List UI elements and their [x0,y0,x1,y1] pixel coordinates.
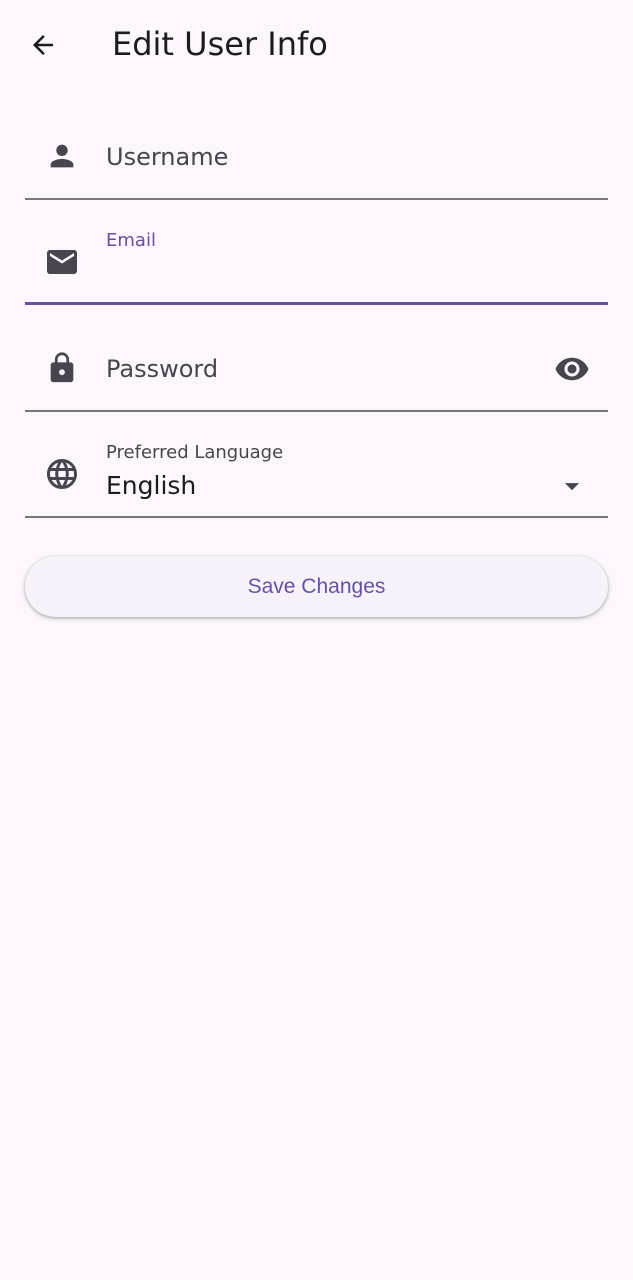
arrow-drop-down-icon[interactable] [550,464,594,508]
language-selected-value: English [106,471,197,500]
username-field[interactable]: Username [25,110,608,200]
language-dropdown[interactable]: Preferred Language English [25,412,608,518]
lock-icon [43,349,81,387]
page-title: Edit User Info [112,25,328,63]
save-changes-button[interactable]: Save Changes [25,556,608,617]
back-button[interactable] [20,22,66,68]
globe-icon [43,455,81,493]
password-field[interactable]: Password [25,305,608,412]
password-placeholder: Password [106,355,219,383]
arrow-back-icon [33,35,53,55]
person-icon [43,137,81,175]
username-placeholder: Username [106,143,229,171]
mail-icon [43,243,81,281]
eye-icon[interactable] [550,347,594,391]
email-field[interactable]: Email [25,200,608,305]
email-label: Email [106,230,156,251]
app-bar: Edit User Info [0,0,633,88]
language-label: Preferred Language [106,442,284,463]
